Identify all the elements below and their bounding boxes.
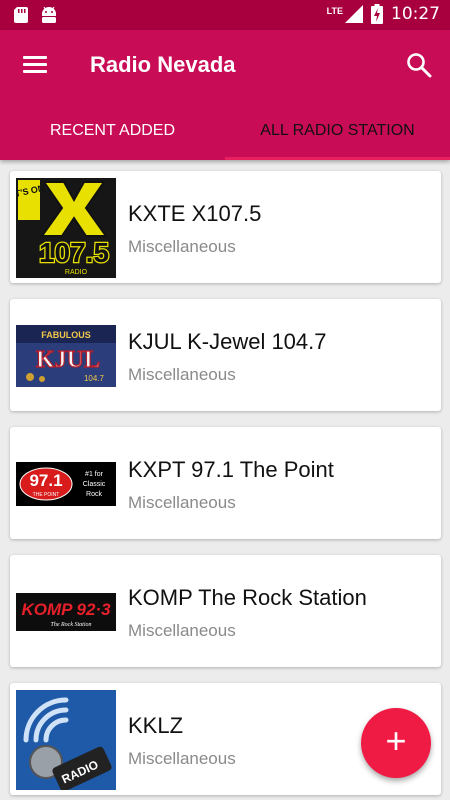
station-logo: 97.1 THE POINT #1 for Classic Rock xyxy=(16,434,116,534)
status-time: 10:27 xyxy=(391,4,440,24)
station-category: Miscellaneous xyxy=(128,365,236,384)
search-icon[interactable] xyxy=(406,52,432,78)
station-logo: IT'S ON 107.5 RADIO xyxy=(16,178,116,278)
svg-text:THE POINT: THE POINT xyxy=(33,492,60,498)
station-category: Miscellaneous xyxy=(128,749,236,768)
app-bar: Radio Nevada RECENT ADDED ALL RADIO STAT… xyxy=(0,30,450,160)
radio-microphone-logo: RADIO xyxy=(16,690,116,790)
menu-button[interactable] xyxy=(20,52,50,76)
svg-text:Classic: Classic xyxy=(83,481,106,488)
svg-text:RADIO: RADIO xyxy=(65,269,88,276)
station-name: KOMP The Rock Station xyxy=(128,585,367,610)
battery-charging-icon xyxy=(371,4,383,24)
tab-recent-added[interactable]: RECENT ADDED xyxy=(0,110,225,160)
station-category: Miscellaneous xyxy=(128,237,236,256)
app-title: Radio Nevada xyxy=(90,52,236,77)
menu-icon-bar xyxy=(23,63,47,66)
svg-text:107.5: 107.5 xyxy=(39,237,109,268)
station-name: KXPT 97.1 The Point xyxy=(128,457,334,482)
lte-label: LTE xyxy=(326,6,343,16)
plus-icon: + xyxy=(385,720,407,761)
station-card[interactable]: FABULOUS KJUL 104.7 KJUL K-Jewel 104.7 M… xyxy=(10,299,441,411)
sd-card-icon xyxy=(14,7,28,23)
station-logo: FABULOUS KJUL 104.7 xyxy=(16,306,116,406)
station-category: Miscellaneous xyxy=(128,621,236,640)
android-icon xyxy=(42,7,56,23)
svg-text:97.1: 97.1 xyxy=(29,471,62,490)
kjul-logo: FABULOUS KJUL 104.7 xyxy=(16,325,116,387)
komp-logo: KOMP 92·3 The Rock Station xyxy=(16,593,116,631)
tab-all-radio-station[interactable]: ALL RADIO STATION xyxy=(225,110,450,160)
menu-icon-bar xyxy=(23,70,47,73)
station-logo: RADIO xyxy=(16,690,116,790)
station-category: Miscellaneous xyxy=(128,493,236,512)
kxte-logo: IT'S ON 107.5 RADIO xyxy=(16,178,116,278)
svg-text:FABULOUS: FABULOUS xyxy=(41,330,91,340)
menu-icon xyxy=(23,56,47,59)
add-fab-button[interactable]: + xyxy=(361,708,431,778)
svg-text:The Rock Station: The Rock Station xyxy=(51,622,92,628)
station-card[interactable]: KOMP 92·3 The Rock Station KOMP The Rock… xyxy=(10,555,441,667)
svg-text:KJUL: KJUL xyxy=(36,347,100,373)
station-logo: KOMP 92·3 The Rock Station xyxy=(16,562,116,662)
station-name: KXTE X107.5 xyxy=(128,201,262,226)
kxpt-logo: 97.1 THE POINT #1 for Classic Rock xyxy=(16,462,116,506)
svg-text:104.7: 104.7 xyxy=(84,374,105,383)
station-list[interactable]: IT'S ON 107.5 RADIO KXTE X107.5 Miscella… xyxy=(0,160,450,800)
station-card[interactable]: 97.1 THE POINT #1 for Classic Rock KXPT … xyxy=(10,427,441,539)
signal-icon xyxy=(345,5,363,23)
svg-text:Rock: Rock xyxy=(86,491,102,498)
svg-text:KOMP 92·3: KOMP 92·3 xyxy=(21,600,111,619)
station-name: KKLZ xyxy=(128,713,184,738)
station-card[interactable]: IT'S ON 107.5 RADIO KXTE X107.5 Miscella… xyxy=(10,171,441,283)
status-bar: LTE 10:27 xyxy=(0,0,450,30)
station-name: KJUL K-Jewel 104.7 xyxy=(128,329,327,354)
svg-text:#1 for: #1 for xyxy=(85,471,104,478)
tab-bar: RECENT ADDED ALL RADIO STATION xyxy=(0,110,450,160)
